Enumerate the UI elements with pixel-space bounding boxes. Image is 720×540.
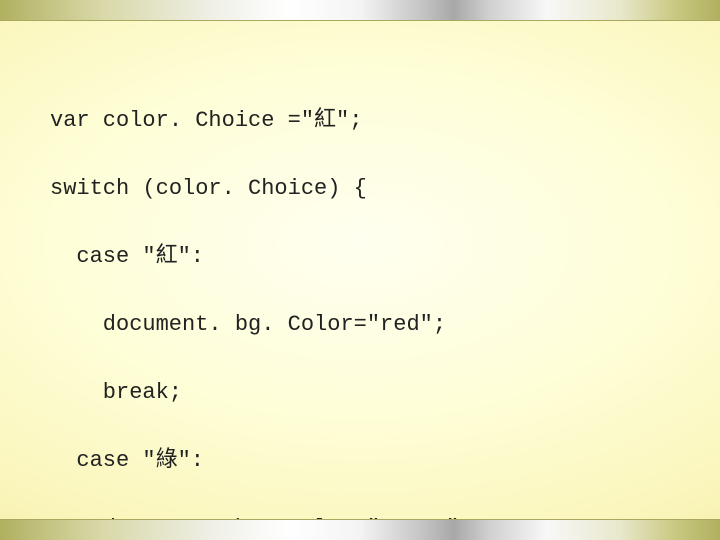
top-border-band (0, 0, 720, 21)
code-block: var color. Choice ="紅"; switch (color. C… (50, 70, 472, 540)
code-line: var color. Choice ="紅"; (50, 104, 472, 138)
code-line: switch (color. Choice) { (50, 172, 472, 206)
code-line: document. bg. Color="red"; (50, 308, 472, 342)
code-line: case "紅": (50, 240, 472, 274)
bottom-border-band (0, 519, 720, 540)
code-line: break; (50, 376, 472, 410)
code-line: case "綠": (50, 444, 472, 478)
slide: var color. Choice ="紅"; switch (color. C… (0, 0, 720, 540)
